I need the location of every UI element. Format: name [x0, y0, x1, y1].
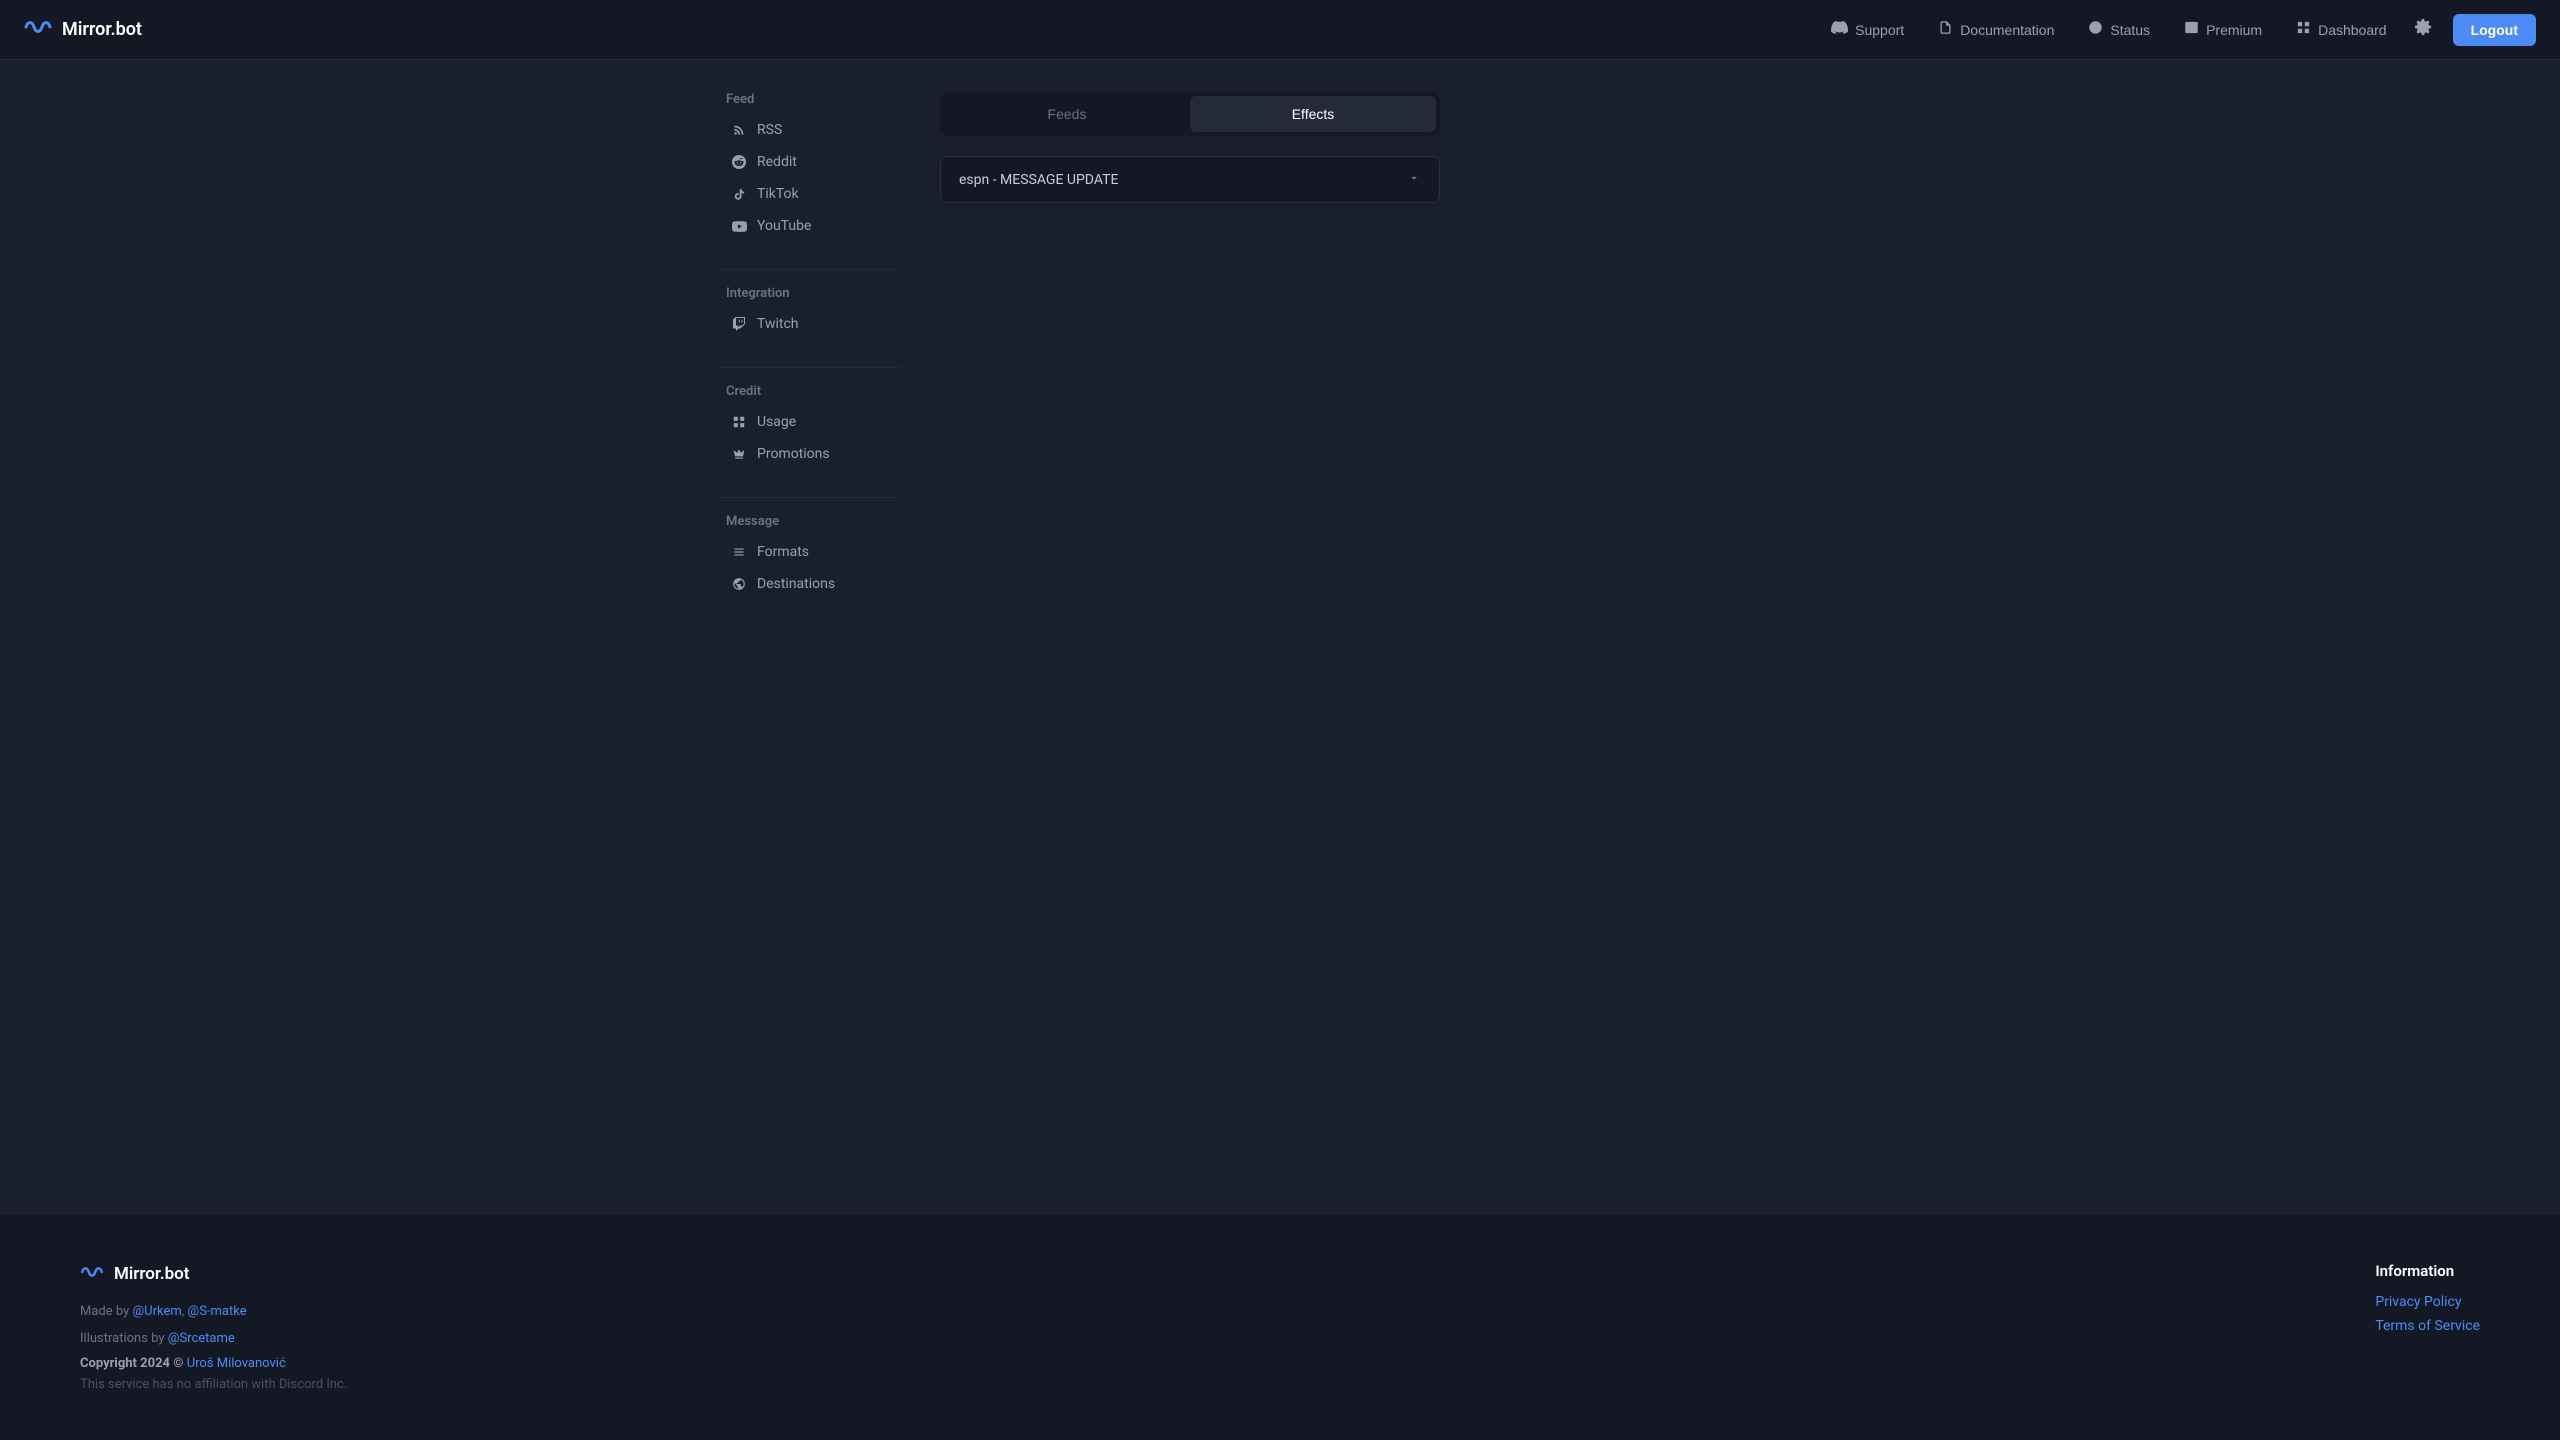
premium-label: Premium	[2206, 22, 2262, 38]
sidebar-item-youtube-label: YouTube	[757, 218, 811, 234]
feed-section-title: Feed	[720, 92, 900, 107]
formats-icon	[730, 545, 748, 559]
footer-right: Information Privacy Policy Terms of Serv…	[2375, 1262, 2480, 1342]
dashboard-button[interactable]: Dashboard	[2282, 13, 2401, 46]
usage-icon	[730, 415, 748, 429]
sidebar-item-usage-label: Usage	[757, 414, 796, 430]
status-label: Status	[2110, 22, 2150, 38]
tiktok-icon	[730, 188, 748, 201]
chevron-down-icon	[1407, 171, 1421, 188]
header: Mirror.bot Support Documentation Status	[0, 0, 2560, 60]
sidebar-item-destinations[interactable]: Destinations	[720, 569, 900, 599]
status-icon	[2088, 20, 2103, 39]
status-button[interactable]: Status	[2074, 13, 2164, 46]
logout-button[interactable]: Logout	[2453, 14, 2536, 46]
premium-icon	[2184, 20, 2199, 39]
copyright-author-link[interactable]: Uroš Milovanović	[187, 1356, 286, 1371]
tab-feeds[interactable]: Feeds	[944, 96, 1190, 132]
sidebar-item-reddit-label: Reddit	[757, 154, 797, 170]
header-nav: Support Documentation Status Premium	[1817, 11, 2536, 48]
logo-icon	[24, 16, 52, 44]
sidebar-item-formats[interactable]: Formats	[720, 537, 900, 567]
dropdown-container: espn - MESSAGE UPDATE	[940, 156, 1440, 203]
privacy-policy-link[interactable]: Privacy Policy	[2375, 1294, 2480, 1310]
sidebar-item-promotions-label: Promotions	[757, 446, 830, 462]
rss-icon	[730, 123, 748, 137]
logo-link[interactable]: Mirror.bot	[24, 16, 142, 44]
gear-icon	[2414, 18, 2432, 41]
footer-copyright: Copyright 2024 © Uroš Milovanović	[80, 1356, 347, 1371]
tab-effects[interactable]: Effects	[1190, 96, 1436, 132]
main-layout: Feed RSS Reddit TikTok	[680, 60, 1880, 1213]
footer-left: Mirror.bot Made by @Urkem, @S-matke Illu…	[80, 1262, 347, 1392]
footer-logo: Mirror.bot	[80, 1262, 347, 1286]
sidebar-item-twitch[interactable]: Twitch	[720, 309, 900, 339]
promotions-icon	[730, 447, 748, 461]
author1-link[interactable]: @Urkem	[132, 1304, 181, 1319]
sidebar-item-promotions[interactable]: Promotions	[720, 439, 900, 469]
documentation-button[interactable]: Documentation	[1924, 13, 2068, 46]
destinations-icon	[730, 577, 748, 591]
message-section: Message Formats Destinations	[720, 514, 900, 599]
logo-text: Mirror.bot	[62, 19, 142, 40]
dashboard-label: Dashboard	[2318, 22, 2387, 38]
youtube-icon	[730, 221, 748, 232]
divider-feed	[720, 269, 900, 270]
sidebar-item-formats-label: Formats	[757, 544, 809, 560]
settings-button[interactable]	[2407, 11, 2439, 48]
feed-dropdown[interactable]: espn - MESSAGE UPDATE	[940, 156, 1440, 203]
twitch-icon	[730, 317, 748, 331]
sidebar-item-destinations-label: Destinations	[757, 576, 835, 592]
tabs-container: Feeds Effects	[940, 92, 1440, 136]
sidebar-item-youtube[interactable]: YouTube	[720, 211, 900, 241]
footer-info-title: Information	[2375, 1262, 2480, 1280]
footer-illustrations: Illustrations by @Srcetame	[80, 1329, 347, 1350]
sidebar: Feed RSS Reddit TikTok	[720, 92, 900, 1181]
credit-section-title: Credit	[720, 384, 900, 399]
footer: Mirror.bot Made by @Urkem, @S-matke Illu…	[0, 1213, 2560, 1440]
sidebar-item-twitch-label: Twitch	[757, 316, 799, 332]
footer-disclaimer: This service has no affiliation with Dis…	[80, 1377, 347, 1392]
sidebar-item-reddit[interactable]: Reddit	[720, 147, 900, 177]
feed-section: Feed RSS Reddit TikTok	[720, 92, 900, 241]
footer-brand-name: Mirror.bot	[114, 1264, 190, 1284]
content-area: Feeds Effects espn - MESSAGE UPDATE	[940, 92, 1840, 1181]
footer-made-by: Made by @Urkem, @S-matke	[80, 1302, 347, 1323]
sidebar-item-rss-label: RSS	[757, 122, 782, 138]
integration-section: Integration Twitch	[720, 286, 900, 339]
sidebar-item-usage[interactable]: Usage	[720, 407, 900, 437]
dropdown-value: espn - MESSAGE UPDATE	[959, 172, 1118, 188]
discord-icon	[1831, 19, 1848, 40]
support-button[interactable]: Support	[1817, 12, 1918, 47]
divider-credit	[720, 497, 900, 498]
premium-button[interactable]: Premium	[2170, 13, 2276, 46]
sidebar-item-rss[interactable]: RSS	[720, 115, 900, 145]
credit-section: Credit Usage Promotions	[720, 384, 900, 469]
support-label: Support	[1855, 22, 1904, 38]
doc-icon	[1938, 20, 1953, 39]
integration-section-title: Integration	[720, 286, 900, 301]
dashboard-icon	[2296, 20, 2311, 39]
author2-link[interactable]: @S-matke	[188, 1304, 247, 1319]
message-section-title: Message	[720, 514, 900, 529]
sidebar-item-tiktok-label: TikTok	[757, 186, 799, 202]
footer-logo-icon	[80, 1262, 104, 1286]
reddit-icon	[730, 155, 748, 169]
divider-integration	[720, 367, 900, 368]
sidebar-item-tiktok[interactable]: TikTok	[720, 179, 900, 209]
documentation-label: Documentation	[1960, 22, 2054, 38]
illustrator-link[interactable]: @Srcetame	[168, 1331, 235, 1346]
terms-of-service-link[interactable]: Terms of Service	[2375, 1318, 2480, 1334]
